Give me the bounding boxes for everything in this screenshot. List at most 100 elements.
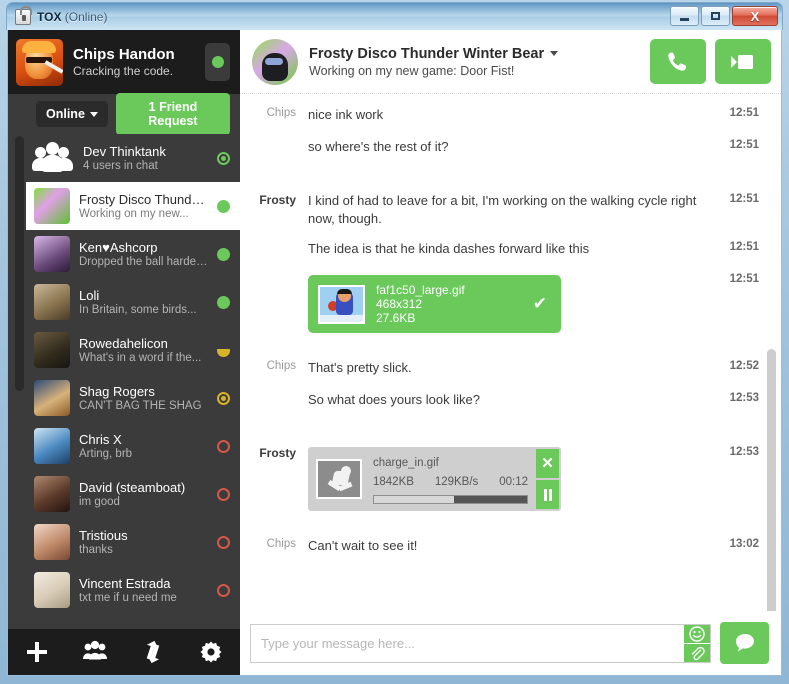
friend-meta: Shag Rogers CAN'T BAG THE SHAG [79, 384, 208, 412]
gear-icon [200, 641, 222, 663]
chevron-down-icon [89, 111, 98, 117]
avatar-hair [22, 40, 56, 53]
settings-button[interactable] [191, 632, 231, 672]
create-group-button[interactable] [75, 632, 115, 672]
emoji-button[interactable] [684, 624, 710, 644]
message-timestamp: 12:51 [729, 241, 759, 253]
add-friend-button[interactable] [17, 632, 57, 672]
message-timestamp: 12:51 [729, 273, 759, 285]
status-filter-select[interactable]: Online [36, 101, 108, 127]
friend-list-item[interactable]: Dev Thinktank 4 users in chat [26, 134, 240, 182]
friend-avatar [34, 524, 70, 560]
file-name: faf1c50_large.gif [376, 283, 465, 297]
minimize-button[interactable] [670, 6, 699, 26]
message-text: nice ink work [308, 107, 384, 122]
file-transfer-stats: 1842KB 129KB/s 00:12 [373, 473, 528, 491]
chat-contact-name-row[interactable]: Frosty Disco Thunder Winter Bear [309, 46, 639, 62]
chat-contact-meta: Frosty Disco Thunder Winter Bear Working… [309, 46, 639, 78]
friend-request-button[interactable]: 1 Friend Request [115, 93, 230, 135]
close-button[interactable]: X [732, 6, 778, 26]
friend-list-item[interactable]: Tristious thanks [26, 518, 240, 566]
profile-status-button[interactable] [205, 43, 230, 81]
friend-list-item[interactable]: David (steamboat) im good [26, 470, 240, 518]
friend-avatar [34, 380, 70, 416]
file-transfer-body: charge_in.gif 1842KB 129KB/s 00:12 [308, 447, 536, 511]
friend-list-scroll-thumb[interactable] [15, 136, 24, 391]
file-info: faf1c50_large.gif 468x312 27.6KB [376, 283, 522, 325]
chat-contact-name: Frosty Disco Thunder Winter Bear [309, 45, 545, 62]
message-group-gap [240, 513, 781, 535]
attach-file-button[interactable] [684, 643, 710, 662]
profile-status-message[interactable]: Cracking the code. [73, 64, 195, 78]
title-bar-content: TOX (Online) [7, 5, 107, 25]
status-online-icon [217, 295, 230, 309]
chat-scroll-thumb[interactable] [767, 349, 776, 611]
message-list: Chips nice ink work 12:51 so where's the re… [240, 94, 781, 611]
friend-list-item[interactable]: Chris X Arting, brb [26, 422, 240, 470]
friend-meta: Dev Thinktank 4 users in chat [83, 144, 208, 172]
friend-list-item[interactable]: Shag Rogers CAN'T BAG THE SHAG [26, 374, 240, 422]
file-transfer-name: charge_in.gif [373, 457, 439, 469]
group-people-icon [83, 640, 107, 660]
message-author [254, 270, 308, 273]
message-author: Frosty [259, 446, 296, 460]
message-file-complete: faf1c50_large.gif 468x312 27.6KB ✔ [308, 270, 717, 335]
audio-call-button[interactable] [650, 39, 706, 84]
friend-meta: Frosty Disco Thunder... Working on my new… [79, 192, 208, 220]
file-transfer-bubble: charge_in.gif 1842KB 129KB/s 00:12 ✕ [308, 447, 561, 511]
send-button[interactable] [720, 622, 769, 664]
message-gap [240, 158, 781, 168]
status-away-icon [217, 343, 230, 357]
friend-name: Shag Rogers [79, 384, 155, 399]
message-text: I kind of had to leave for a bit, I'm wo… [308, 193, 697, 226]
message-timestamp: 12:51 [729, 107, 759, 119]
friend-list-item[interactable]: Frosty Disco Thunder... Working on my new… [26, 182, 240, 230]
chat-avatar-figure [262, 52, 288, 81]
message-group-gap [240, 421, 781, 443]
message-input-wrap [250, 623, 711, 663]
friend-list-item[interactable]: Vincent Estrada txt me if u need me [26, 566, 240, 614]
message-timestamp: 12:51 [729, 139, 759, 151]
message-timestamp: 13:02 [729, 538, 759, 550]
chat-avatar-visor [265, 57, 283, 65]
chat-contact-avatar [252, 38, 298, 85]
profile-header[interactable]: Chips Handon Cracking the code. [8, 30, 240, 94]
friend-list-item[interactable]: Loli In Britain, some birds... [26, 278, 240, 326]
friend-list-item[interactable]: Rowedahelicon What's in a word if the... [26, 326, 240, 374]
file-bubble[interactable]: faf1c50_large.gif 468x312 27.6KB ✔ [308, 275, 561, 333]
status-offline-icon [217, 487, 230, 501]
file-transfer-pause-button[interactable] [536, 480, 559, 509]
group-chat-icon [32, 140, 74, 176]
friend-list-item[interactable]: Ken♥Ashcorp Dropped the ball harder... [26, 230, 240, 278]
message-text: That's pretty slick. [308, 360, 412, 375]
window-title-main: TOX [37, 9, 62, 24]
message-author [254, 389, 308, 392]
friend-avatar [34, 236, 70, 272]
message-input[interactable] [251, 624, 684, 662]
message-row: Frosty I kind of had to leave for a bit, … [240, 190, 781, 228]
chat-contact-status-message: Working on my new game: Door Fist! [309, 63, 515, 78]
smiley-icon [689, 625, 705, 642]
friend-name: David (steamboat) [79, 480, 186, 495]
friend-status-message: Arting, brb [79, 448, 133, 460]
file-size: 27.6KB [376, 311, 416, 325]
friend-list-scrollbar[interactable] [12, 134, 24, 629]
message-gap [240, 379, 781, 389]
friend-status-message: Working on my new... [79, 208, 189, 220]
maximize-button[interactable] [701, 6, 730, 26]
video-call-button[interactable] [715, 39, 771, 84]
message-timestamp: 12:53 [729, 392, 759, 404]
file-transfer-speed: 129KB/s [434, 476, 479, 488]
sidebar-filter-row: Online 1 Friend Request [8, 93, 240, 135]
chevron-down-icon[interactable] [550, 51, 559, 56]
file-transfers-button[interactable] [133, 632, 173, 672]
message-file-transfer: charge_in.gif 1842KB 129KB/s 00:12 ✕ [308, 443, 717, 513]
file-thumbnail [318, 284, 365, 324]
message-row: So what does yours look like? 12:53 [240, 389, 781, 411]
status-online-icon [217, 247, 230, 261]
message-text: The idea is that he kinda dashes forward… [308, 241, 590, 256]
file-transfer-cancel-button[interactable]: ✕ [536, 449, 559, 478]
close-icon: ✕ [541, 455, 554, 472]
lock-icon [15, 5, 32, 25]
message-gap [240, 411, 781, 421]
